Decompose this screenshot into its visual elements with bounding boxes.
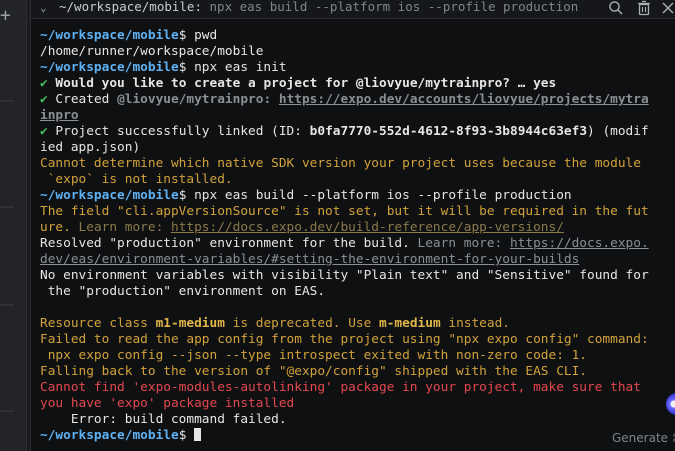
prompt-path: ~/workspace/mobile: [40, 60, 179, 75]
warning-line: Falling back to the version of "@expo/co…: [40, 364, 588, 379]
generate-label: Generate: [612, 431, 669, 445]
terminal-line: ~/workspace/mobile$ pwd: [40, 28, 672, 44]
close-icon[interactable]: [660, 0, 675, 16]
prompt-command: $ npx eas build --platform ios --profile…: [178, 188, 572, 203]
resource-class-old: m1-medium: [155, 316, 225, 331]
line-text: instead.: [440, 316, 510, 331]
tab-command: npx eas build --platform ios --profile p…: [202, 0, 579, 14]
line-text: ure.: [40, 220, 79, 235]
error-line: Cannot find 'expo-modules-autolinking' p…: [40, 380, 641, 395]
terminal-line: dev/eas/environment-variables/#setting-t…: [40, 252, 672, 268]
terminal-line: /home/runner/workspace/mobile: [40, 44, 264, 59]
line-text: Project successfully linked (ID:: [47, 124, 310, 139]
terminal-line: the "production" environment on EAS.: [40, 284, 326, 299]
rail-divider: [0, 410, 14, 412]
warning-line: Cannot determine which native SDK versio…: [40, 156, 641, 171]
line-text: Resource class: [40, 316, 156, 331]
terminal-tab-bar: ⌄ ~/workspace/mobile: npx eas build --pl…: [31, 0, 675, 19]
terminal-line: ✔ Project successfully linked (ID: b0fa7…: [40, 124, 672, 140]
docs-link-environment-wrap[interactable]: dev/eas/environment-variables/#setting-t…: [40, 252, 579, 267]
resource-class-new: m-medium: [379, 316, 441, 331]
warning-line: The field "cli.appVersionSource" is not …: [40, 204, 649, 219]
terminal-line: ~/workspace/mobile$ npx eas build --plat…: [40, 188, 672, 204]
search-icon[interactable]: [608, 0, 624, 16]
warning-line: ure. Learn more: https://docs.expo.dev/b…: [40, 220, 672, 236]
docs-link-environment[interactable]: https://docs.expo.: [510, 236, 649, 251]
prompt-command: $: [178, 428, 195, 443]
terminal-line: Resolved "production" environment for th…: [40, 236, 672, 252]
project-link-wrap[interactable]: inpro: [40, 108, 79, 123]
warning-line: npx expo config --json --type introspect…: [40, 348, 588, 363]
rail-divider: [0, 100, 14, 102]
terminal-line: ~/workspace/mobile$ npx eas init: [40, 60, 672, 76]
line-text: is deprecated. Use: [224, 316, 380, 331]
check-icon: ✔: [40, 124, 48, 139]
project-name: @liovyue/mytrainpro:: [117, 92, 279, 107]
terminal-line: ✔ Would you like to create a project for…: [40, 76, 672, 92]
terminal-line: ✔ Created @liovyue/mytrainpro: https://e…: [40, 92, 672, 108]
prompt-path: ~/workspace/mobile: [40, 428, 179, 443]
warning-line: Resource class m1-medium is deprecated. …: [40, 316, 672, 332]
trash-icon[interactable]: [636, 0, 652, 16]
terminal-tab-title[interactable]: ~/workspace/mobile: npx eas build --plat…: [59, 0, 599, 16]
left-rail: +: [0, 0, 27, 451]
rail-divider: [0, 206, 14, 208]
docs-link-app-versions[interactable]: https://docs.expo.dev/build-reference/ap…: [171, 220, 564, 235]
terminal-pane: ⌄ ~/workspace/mobile: npx eas build --pl…: [30, 0, 675, 451]
terminal-line: inpro: [40, 108, 672, 124]
generate-button[interactable]: Generate⌘ I: [604, 429, 675, 447]
prompt-command: $ pwd: [178, 28, 218, 43]
learn-more-label: Learn more:: [78, 220, 171, 235]
terminal-line: No environment variables with visibility…: [40, 268, 649, 283]
line-text: Would you like to create a project for @…: [47, 76, 557, 91]
project-id: b0fa7770-552d-4612-8f93-3b8944c63ef3: [309, 124, 588, 139]
error-line: you have 'expo' package installed: [40, 396, 295, 411]
chevron-down-icon[interactable]: ⌄: [40, 1, 47, 15]
terminal-output[interactable]: ~/workspace/mobile$ pwd /home/runner/wor…: [40, 28, 672, 444]
line-text: Resolved "production" environment for th…: [40, 236, 418, 251]
prompt-command: $ npx eas init: [178, 60, 287, 75]
check-icon: ✔: [40, 92, 48, 107]
project-link[interactable]: https://expo.dev/accounts/liovyue/projec…: [279, 92, 649, 107]
warning-line: Failed to read the app config from the p…: [40, 332, 649, 347]
prompt-path: ~/workspace/mobile: [40, 28, 179, 43]
warning-line: `expo` is not installed.: [40, 172, 233, 187]
error-summary: Error: build command failed.: [40, 412, 287, 427]
rail-divider: [0, 304, 14, 306]
learn-more-label: Learn more:: [417, 236, 510, 251]
line-text: Created: [47, 92, 118, 107]
plus-icon[interactable]: +: [0, 6, 10, 26]
terminal-line: ied app.json): [40, 140, 141, 155]
text-cursor: [194, 428, 202, 441]
prompt-path: ~/workspace/mobile: [40, 188, 179, 203]
terminal-line: ~/workspace/mobile$: [40, 428, 672, 444]
check-icon: ✔: [40, 76, 48, 91]
tab-cwd: ~/workspace/mobile:: [59, 0, 202, 14]
line-text: ) (modif: [587, 124, 649, 139]
